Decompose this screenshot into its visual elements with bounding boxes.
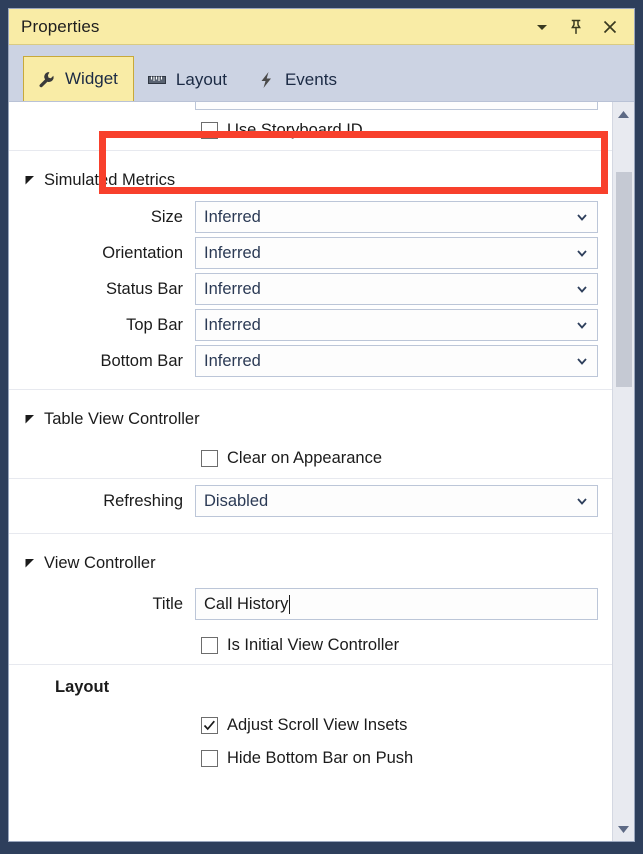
size-select[interactable]: Inferred: [195, 201, 598, 233]
section-title: Table View Controller: [44, 410, 200, 429]
properties-window: Properties: [0, 0, 643, 854]
title-field-row: Title Call History: [9, 582, 612, 626]
row-orientation: Orientation Inferred: [9, 235, 612, 271]
tab-events[interactable]: Events: [243, 56, 353, 102]
status-bar-value: Inferred: [204, 280, 261, 299]
row-top-bar: Top Bar Inferred: [9, 307, 612, 343]
text-caret: [289, 595, 290, 614]
section-table-view-controller[interactable]: Table View Controller: [9, 400, 612, 438]
row-hide-bottom-bar-on-push: Hide Bottom Bar on Push: [9, 742, 612, 775]
chevron-down-icon: [576, 319, 588, 331]
spacer: [9, 534, 612, 544]
row-refreshing: Refreshing Disabled: [9, 479, 612, 523]
lightning-icon: [256, 70, 276, 90]
size-label: Size: [9, 208, 195, 227]
bottom-bar-select[interactable]: Inferred: [195, 345, 598, 377]
section-view-controller[interactable]: View Controller: [9, 544, 612, 582]
spacer: [9, 523, 612, 533]
tab-events-label: Events: [285, 70, 337, 90]
subsection-layout: Layout: [9, 665, 612, 709]
refreshing-select[interactable]: Disabled: [195, 485, 598, 517]
size-value: Inferred: [204, 208, 261, 227]
row-use-storyboard-id: Use Storyboard ID: [9, 110, 612, 150]
row-clear-on-appearance: Clear on Appearance: [9, 438, 612, 478]
section-title: Simulated Metrics: [44, 171, 175, 190]
orientation-label: Orientation: [9, 244, 195, 263]
scroll-up-arrow-icon[interactable]: [613, 104, 634, 124]
row-bottom-bar: Bottom Bar Inferred: [9, 343, 612, 379]
refreshing-value: Disabled: [204, 492, 268, 511]
use-storyboard-id-label: Use Storyboard ID: [227, 121, 363, 140]
ruler-icon: [147, 70, 167, 90]
tab-layout-label: Layout: [176, 70, 227, 90]
orientation-value: Inferred: [204, 244, 261, 263]
is-initial-view-controller-label: Is Initial View Controller: [227, 636, 399, 655]
chevron-down-icon: [576, 495, 588, 507]
properties-body: Use Storyboard ID Simulated Metrics Size: [9, 101, 634, 841]
wrench-icon: [36, 69, 56, 89]
titlebar-buttons: [532, 17, 624, 37]
top-bar-label: Top Bar: [9, 316, 195, 335]
top-bar-value: Inferred: [204, 316, 261, 335]
check-icon: [203, 719, 216, 732]
row-adjust-scroll-view-insets: Adjust Scroll View Insets: [9, 709, 612, 742]
chevron-down-icon: [576, 283, 588, 295]
chevron-down-icon: [576, 355, 588, 367]
scroll-down-arrow-icon[interactable]: [613, 819, 634, 839]
clear-on-appearance-label: Clear on Appearance: [227, 449, 382, 468]
section-title: View Controller: [44, 554, 156, 573]
hide-bottom-bar-on-push-checkbox[interactable]: [201, 750, 218, 767]
title-label: Title: [9, 595, 195, 614]
tab-widget-label: Widget: [65, 69, 118, 89]
spacer: [9, 390, 612, 400]
spacer: [9, 151, 612, 161]
tab-widget[interactable]: Widget: [23, 56, 134, 102]
spacer: [9, 379, 612, 389]
adjust-scroll-view-insets-checkbox[interactable]: [201, 717, 218, 734]
pin-icon[interactable]: [566, 17, 586, 37]
tab-layout[interactable]: Layout: [134, 56, 243, 102]
title-input[interactable]: Call History: [195, 588, 598, 620]
window-titlebar: Properties: [9, 9, 634, 45]
is-initial-view-controller-checkbox[interactable]: [201, 637, 218, 654]
collapse-triangle-icon: [25, 558, 35, 568]
hide-bottom-bar-on-push-label: Hide Bottom Bar on Push: [227, 749, 413, 768]
properties-content: Use Storyboard ID Simulated Metrics Size: [9, 102, 612, 841]
scrollbar-thumb[interactable]: [616, 172, 632, 387]
clear-on-appearance-checkbox[interactable]: [201, 450, 218, 467]
adjust-scroll-view-insets-label: Adjust Scroll View Insets: [227, 716, 407, 735]
bottom-bar-value: Inferred: [204, 352, 261, 371]
top-bar-select[interactable]: Inferred: [195, 309, 598, 341]
use-storyboard-id-checkbox[interactable]: [201, 122, 218, 139]
vertical-scrollbar[interactable]: [612, 102, 634, 841]
collapse-triangle-icon: [25, 175, 35, 185]
chevron-down-icon[interactable]: [532, 17, 552, 37]
status-bar-label: Status Bar: [9, 280, 195, 299]
tab-strip: Widget Layout Events: [9, 45, 634, 101]
orientation-select[interactable]: Inferred: [195, 237, 598, 269]
chevron-down-icon: [576, 211, 588, 223]
window-title: Properties: [21, 17, 532, 37]
title-input-value: Call History: [204, 595, 288, 614]
row-status-bar: Status Bar Inferred: [9, 271, 612, 307]
window-inner: Properties: [8, 8, 635, 842]
row-is-initial-view-controller: Is Initial View Controller: [9, 626, 612, 664]
clipped-textbox-top[interactable]: [195, 102, 598, 110]
row-size: Size Inferred: [9, 199, 612, 235]
bottom-bar-label: Bottom Bar: [9, 352, 195, 371]
section-simulated-metrics[interactable]: Simulated Metrics: [9, 161, 612, 199]
chevron-down-icon: [576, 247, 588, 259]
status-bar-select[interactable]: Inferred: [195, 273, 598, 305]
collapse-triangle-icon: [25, 414, 35, 424]
refreshing-label: Refreshing: [9, 492, 195, 511]
close-icon[interactable]: [600, 17, 620, 37]
